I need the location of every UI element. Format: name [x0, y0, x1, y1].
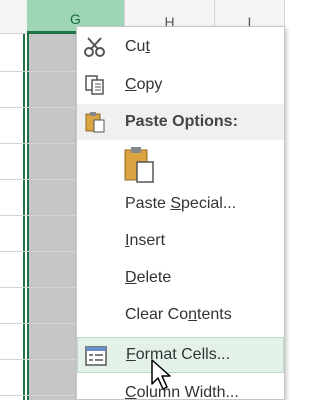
menu-item-label: Cut	[125, 38, 150, 55]
menu-item-label: Column Width...	[125, 384, 239, 400]
menu-item-copy[interactable]: Copy	[77, 67, 284, 103]
context-menu: Cut Copy Paste Options: Paste Special...…	[76, 26, 285, 400]
menu-item-label: Insert	[125, 232, 166, 249]
scissors-icon	[83, 36, 107, 58]
menu-item-insert[interactable]: Insert	[77, 223, 284, 259]
format-cells-icon	[84, 345, 108, 367]
menu-item-label: Copy	[125, 76, 163, 93]
menu-item-delete[interactable]: Delete	[77, 260, 284, 296]
menu-item-clear-contents[interactable]: Clear Contents	[77, 297, 284, 333]
menu-item-label: Format Cells...	[126, 346, 231, 363]
paste-options-header: Paste Options:	[77, 104, 284, 140]
menu-item-cut[interactable]: Cut	[77, 29, 284, 65]
menu-item-label: Delete	[125, 269, 172, 286]
paste-options-label: Paste Options:	[125, 113, 238, 130]
menu-item-format-cells[interactable]: Format Cells...	[77, 337, 284, 373]
mouse-pointer-icon	[150, 358, 174, 392]
menu-item-label: Clear Contents	[125, 306, 232, 323]
paste-clipboard-icon[interactable]	[123, 146, 155, 184]
clipboard-icon	[83, 111, 107, 133]
copy-icon	[83, 74, 107, 96]
menu-item-column-width[interactable]: Column Width...	[77, 375, 284, 400]
menu-item-paste-special[interactable]: Paste Special...	[77, 186, 284, 222]
menu-item-label: Paste Special...	[125, 195, 237, 212]
